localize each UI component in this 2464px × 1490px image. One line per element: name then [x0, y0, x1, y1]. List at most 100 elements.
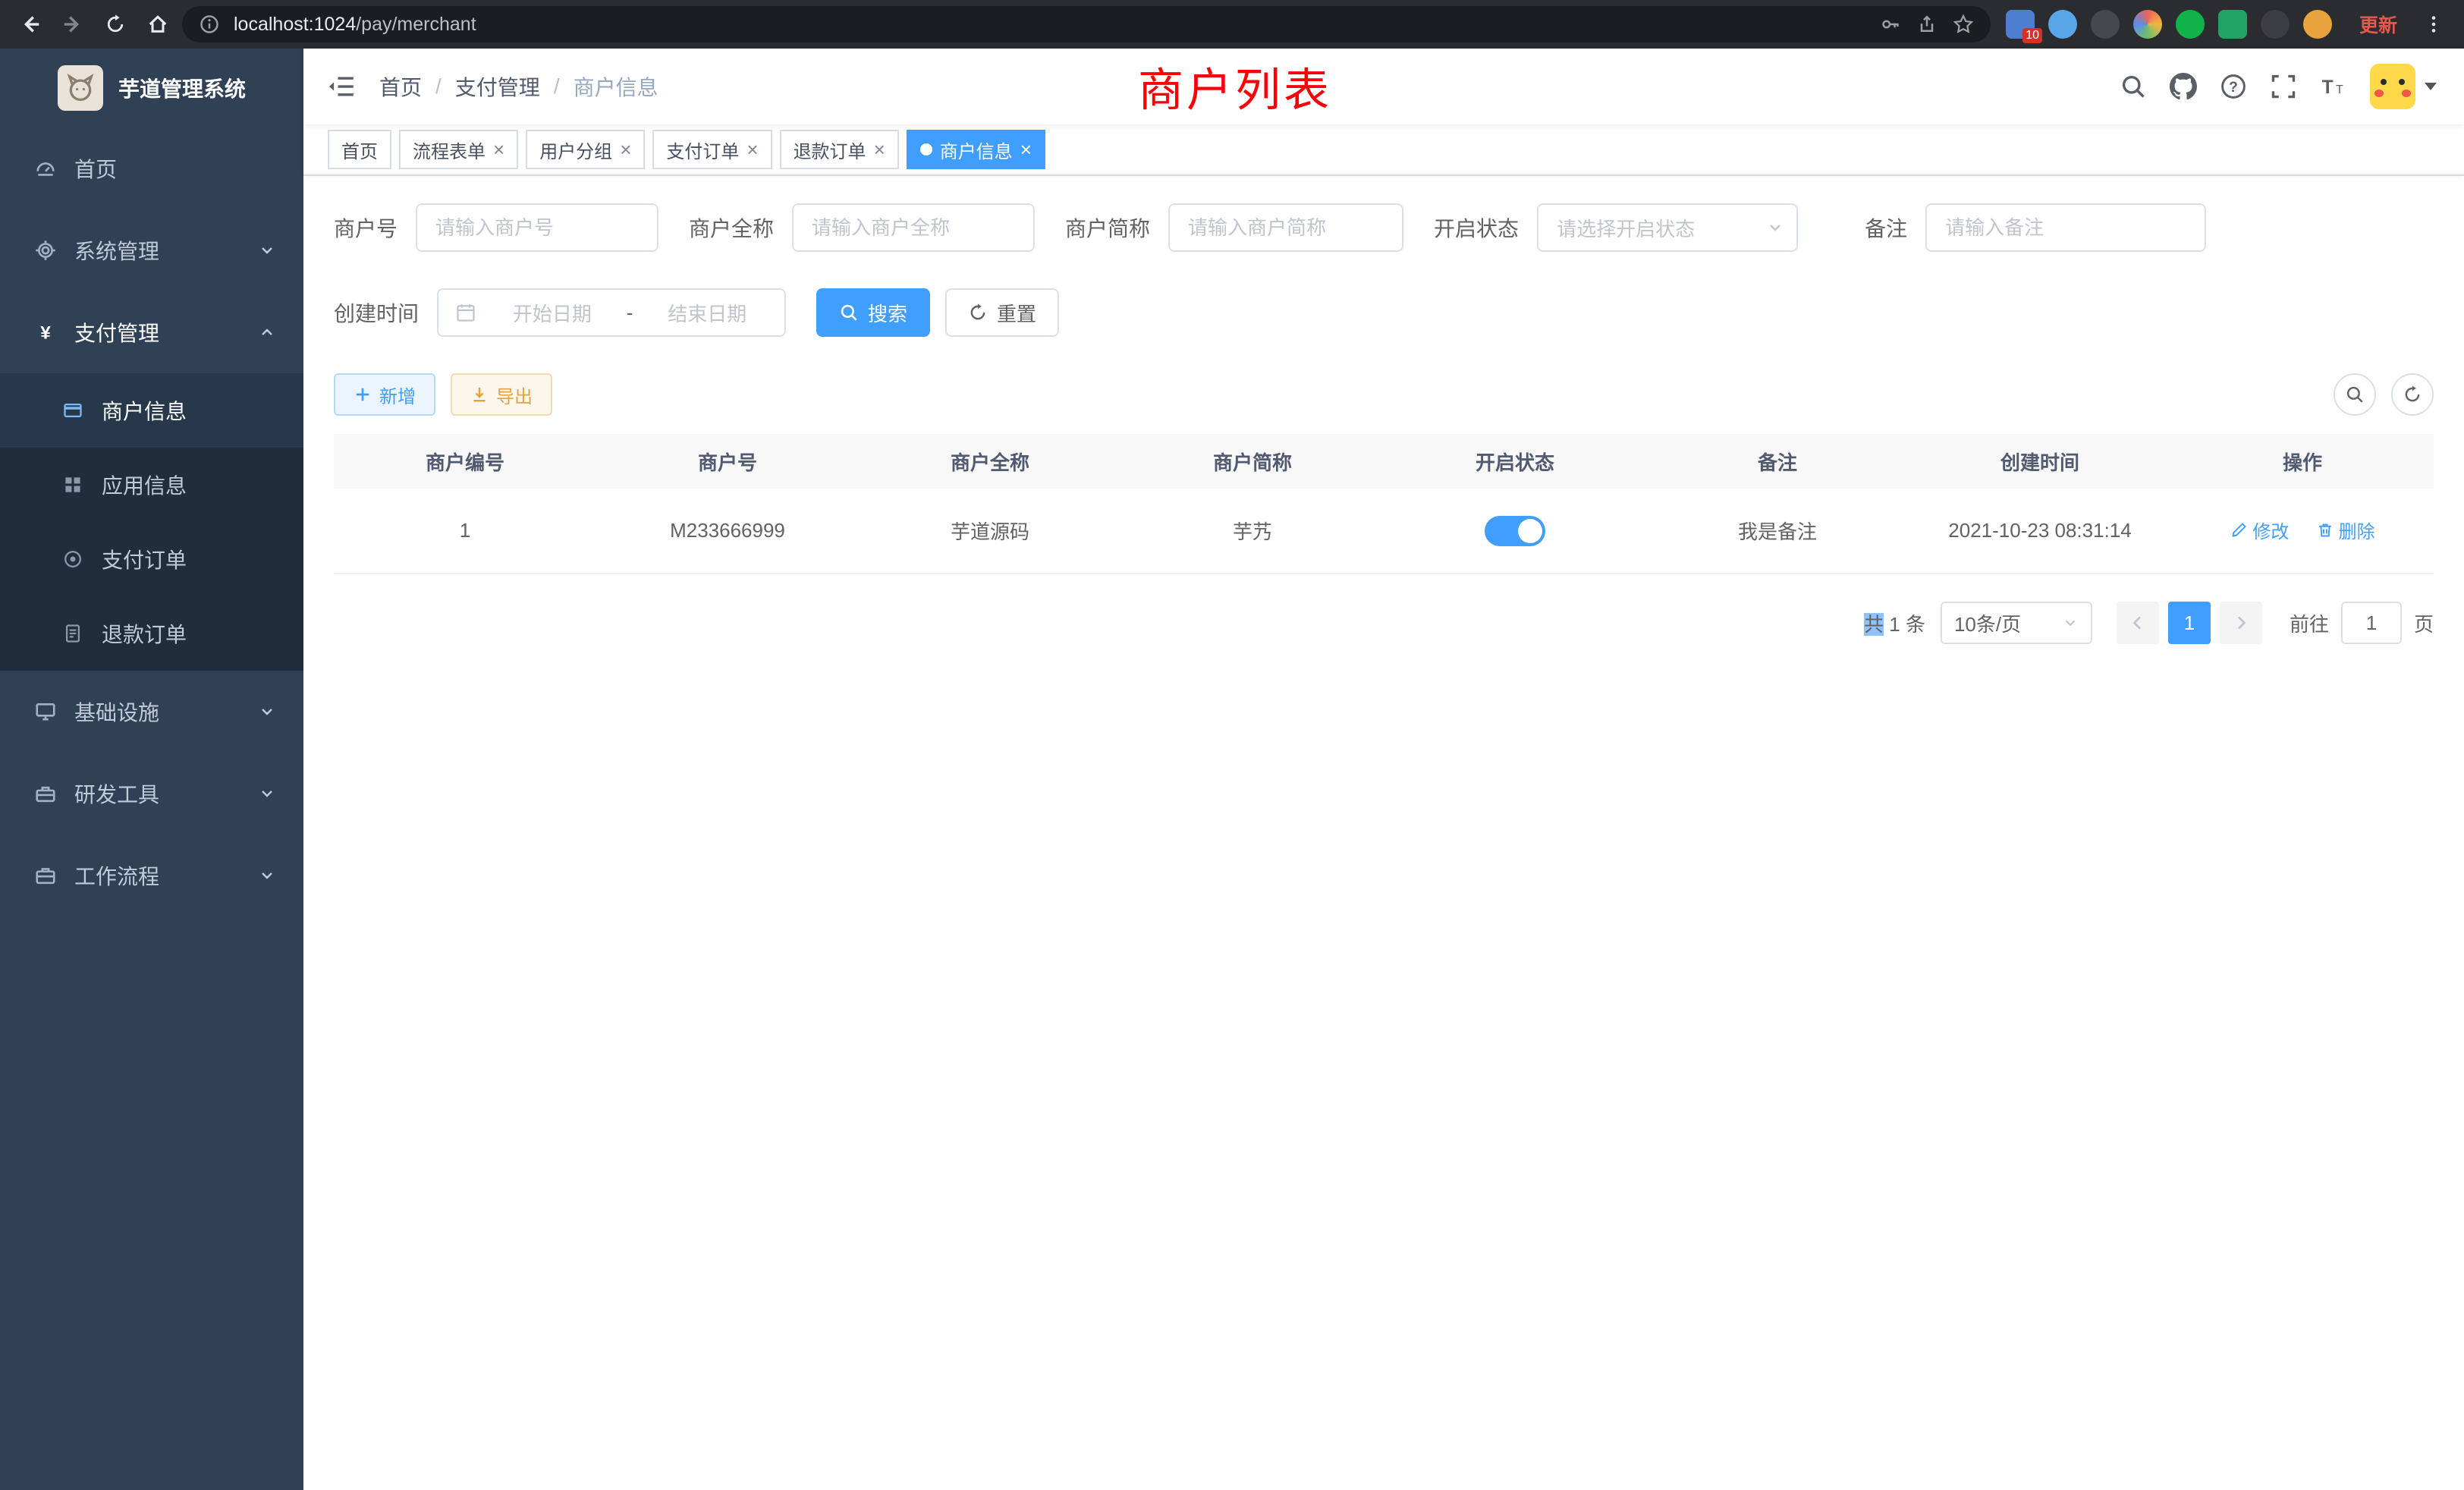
edit-link[interactable]: 修改: [2230, 517, 2289, 543]
password-key-icon[interactable]: [1878, 12, 1903, 36]
extension-icon[interactable]: 10: [2006, 10, 2035, 39]
chevron-down-icon: [1766, 218, 1784, 237]
prev-page-button[interactable]: [2117, 602, 2159, 644]
url-path: /pay/merchant: [356, 14, 476, 35]
toggle-knob: [1518, 519, 1542, 543]
filter-short-name: 商户简称: [1065, 203, 1403, 252]
close-icon[interactable]: ×: [746, 140, 758, 159]
status-toggle[interactable]: [1485, 516, 1545, 546]
add-button-label: 新增: [379, 382, 416, 408]
browser-update-button[interactable]: 更新: [2347, 11, 2409, 38]
browser-chrome: localhost:1024/pay/merchant 10 更新: [0, 0, 2464, 49]
short-name-input[interactable]: [1168, 203, 1403, 252]
forward-button[interactable]: [55, 6, 91, 42]
tab-label: 支付订单: [666, 137, 739, 163]
sidebar-item-label: 工作流程: [74, 860, 159, 891]
sidebar-item-workflow[interactable]: 工作流程: [0, 835, 303, 916]
sidebar-item-system[interactable]: 系统管理: [0, 209, 303, 291]
close-icon[interactable]: ×: [1020, 140, 1032, 159]
extension-icon[interactable]: [2261, 10, 2290, 39]
breadcrumb-payment[interactable]: 支付管理: [455, 71, 540, 102]
profile-avatar-icon[interactable]: [2303, 10, 2332, 39]
column-header: 备注: [1646, 434, 1909, 489]
reset-button[interactable]: 重置: [945, 288, 1059, 337]
extension-icon[interactable]: [2176, 10, 2205, 39]
back-button[interactable]: [12, 6, 49, 42]
page-size-select[interactable]: 10条/页: [1941, 602, 2092, 644]
date-end-placeholder: 结束日期: [645, 299, 769, 327]
address-bar[interactable]: localhost:1024/pay/merchant: [182, 6, 1991, 42]
filter-row-1: 商户号 商户全称 商户简称 开启状态 请选择开启状态: [334, 203, 2434, 252]
delete-link[interactable]: 删除: [2316, 517, 2375, 543]
reload-button[interactable]: [97, 6, 134, 42]
table-row: 1 M233666999 芋道源码 芋艿 我是备注 2021-10-23 08:…: [334, 489, 2434, 574]
add-button[interactable]: 新增: [334, 373, 435, 416]
sidebar-item-dev-tools[interactable]: 研发工具: [0, 753, 303, 835]
app-title: 芋道管理系统: [118, 73, 246, 103]
page-unit-label: 页: [2414, 609, 2434, 637]
search-button[interactable]: 搜索: [816, 288, 930, 337]
tab-user-group[interactable]: 用户分组 ×: [526, 130, 645, 169]
table-toolbar: 新增 导出: [334, 373, 2434, 416]
help-icon[interactable]: ?: [2220, 73, 2247, 100]
sidebar-item-app-info[interactable]: 应用信息: [0, 448, 303, 522]
goto-label: 前往: [2290, 609, 2329, 637]
merchant-no-input[interactable]: [416, 203, 658, 252]
close-icon[interactable]: ×: [493, 140, 504, 159]
page-number-button[interactable]: 1: [2168, 602, 2211, 644]
home-button[interactable]: [140, 6, 176, 42]
sidebar-item-refund-order[interactable]: 退款订单: [0, 596, 303, 671]
sidebar-item-label: 基础设施: [74, 696, 159, 727]
sidebar-item-pay-order[interactable]: 支付订单: [0, 522, 303, 596]
remark-input[interactable]: [1925, 203, 2206, 252]
svg-text:T: T: [2336, 83, 2343, 96]
filter-remark: 备注: [1865, 203, 2206, 252]
share-icon[interactable]: [1915, 12, 1939, 36]
bookmark-star-icon[interactable]: [1951, 12, 1975, 36]
svg-text:?: ?: [2229, 80, 2238, 96]
tab-label: 用户分组: [539, 137, 612, 163]
date-range-picker[interactable]: 开始日期 - 结束日期: [437, 288, 786, 337]
extension-icon[interactable]: [2048, 10, 2077, 39]
export-button[interactable]: 导出: [451, 373, 552, 416]
github-icon[interactable]: [2170, 73, 2197, 100]
record-circle-icon: [61, 549, 85, 570]
tab-refund-order[interactable]: 退款订单 ×: [780, 130, 899, 169]
tags-view-bar: 首页 流程表单 × 用户分组 × 支付订单 × 退款订单 × 商户信息 ×: [303, 124, 2464, 176]
next-page-button[interactable]: [2220, 602, 2262, 644]
sidebar-item-payment[interactable]: ¥ 支付管理: [0, 291, 303, 373]
breadcrumb-home[interactable]: 首页: [379, 71, 422, 102]
chevron-down-icon: [258, 241, 276, 259]
caret-down-icon: [2425, 83, 2437, 90]
toggle-search-button[interactable]: [2334, 373, 2376, 416]
tab-home[interactable]: 首页: [328, 130, 391, 169]
goto-page-input[interactable]: [2341, 602, 2402, 644]
search-icon[interactable]: [2120, 73, 2147, 100]
refresh-button[interactable]: [2391, 373, 2434, 416]
close-icon[interactable]: ×: [874, 140, 885, 159]
fullscreen-icon[interactable]: [2270, 73, 2297, 100]
export-button-label: 导出: [496, 382, 533, 408]
pagination: 共 1 条 10条/页 1 前往 页: [334, 602, 2434, 644]
sidebar-item-infrastructure[interactable]: 基础设施: [0, 671, 303, 753]
extension-icon[interactable]: [2133, 10, 2162, 39]
close-icon[interactable]: ×: [620, 140, 631, 159]
tab-pay-order[interactable]: 支付订单 ×: [652, 130, 772, 169]
font-size-icon[interactable]: TT: [2320, 73, 2347, 100]
tab-process-form[interactable]: 流程表单 ×: [399, 130, 518, 169]
tab-merchant-info[interactable]: 商户信息 ×: [907, 130, 1045, 169]
filter-row-2: 创建时间 开始日期 - 结束日期 搜索 重置: [334, 288, 2434, 337]
user-avatar-menu[interactable]: [2370, 64, 2437, 109]
status-select[interactable]: 请选择开启状态: [1537, 203, 1798, 252]
sidebar-item-home[interactable]: 首页: [0, 127, 303, 209]
site-info-icon[interactable]: [197, 12, 222, 36]
column-header: 商户编号: [334, 434, 596, 489]
sidebar-item-label: 应用信息: [102, 470, 187, 500]
app-logo[interactable]: 芋道管理系统: [0, 49, 303, 127]
extension-icon[interactable]: [2218, 10, 2247, 39]
sidebar-item-merchant-info[interactable]: 商户信息: [0, 373, 303, 448]
full-name-input[interactable]: [792, 203, 1035, 252]
browser-menu-icon[interactable]: [2415, 6, 2452, 42]
extension-icon[interactable]: [2091, 10, 2120, 39]
sidebar-toggle-icon[interactable]: [303, 49, 379, 124]
